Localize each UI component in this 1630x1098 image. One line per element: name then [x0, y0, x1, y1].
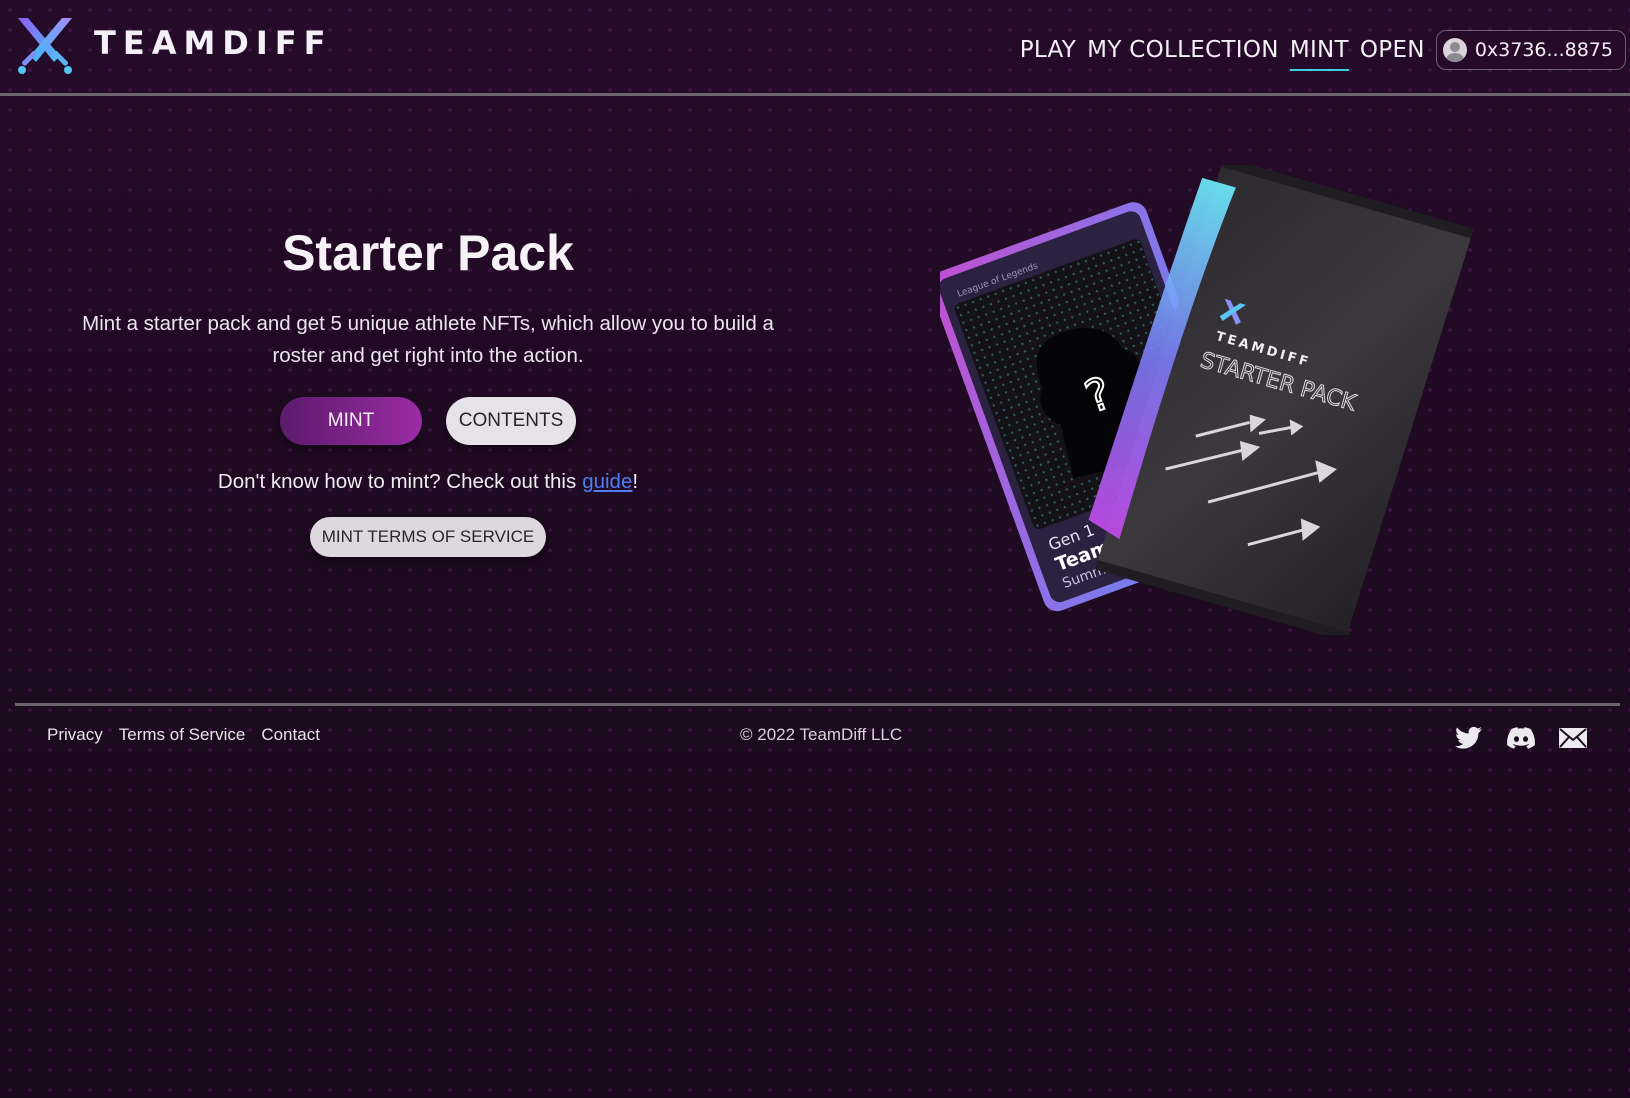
page-description: Mint a starter pack and get 5 unique ath…: [82, 312, 774, 367]
guide-link[interactable]: guide: [582, 470, 632, 493]
page-title: Starter Pack: [282, 225, 574, 281]
discord-icon[interactable]: [1506, 724, 1536, 752]
mint-button[interactable]: MINT: [280, 397, 422, 445]
contents-button[interactable]: CONTENTS: [446, 397, 576, 445]
mail-icon[interactable]: [1558, 724, 1588, 752]
nav-mint[interactable]: MINT: [1289, 30, 1350, 71]
brand-wordmark[interactable]: TEAMDIFF: [94, 24, 332, 62]
site-header: TEAMDIFF PLAY MY COLLECTION MINT OPEN 0x…: [0, 0, 1630, 96]
copyright-text: © 2022 TeamDiff LLC: [740, 725, 903, 744]
mint-terms-button[interactable]: MINT TERMS OF SERVICE: [310, 517, 546, 557]
social-links: [1432, 724, 1588, 752]
teamdiff-logo-icon[interactable]: [14, 16, 76, 76]
header-divider: [0, 93, 1630, 96]
guide-prompt-suffix: !: [632, 470, 639, 493]
nav-play[interactable]: PLAY: [1020, 30, 1076, 70]
footer-terms-link[interactable]: Terms of Service: [119, 725, 246, 745]
wallet-button[interactable]: 0x3736...8875: [1435, 30, 1626, 70]
guide-prompt: Don't know how to mint? Check out this gu…: [0, 470, 856, 494]
user-avatar-icon: [1442, 38, 1467, 62]
nav-my-collection[interactable]: MY COLLECTION: [1087, 30, 1279, 70]
guide-prompt-text: Don't know how to mint? Check out this: [217, 470, 577, 493]
nav-open[interactable]: OPEN: [1360, 30, 1425, 70]
footer-privacy-link[interactable]: Privacy: [47, 725, 103, 745]
footer-links: Privacy Terms of Service Contact: [47, 725, 336, 745]
footer-divider: [15, 703, 1620, 706]
main-nav: PLAY MY COLLECTION MINT OPEN 0x3736...88…: [1020, 30, 1626, 71]
starter-pack-artwork: ? League of Legends Gen 1 TeamDif Summer…: [940, 165, 1474, 635]
twitter-icon[interactable]: [1454, 724, 1484, 752]
wallet-address: 0x3736...8875: [1474, 39, 1613, 61]
footer-contact-link[interactable]: Contact: [261, 725, 320, 745]
